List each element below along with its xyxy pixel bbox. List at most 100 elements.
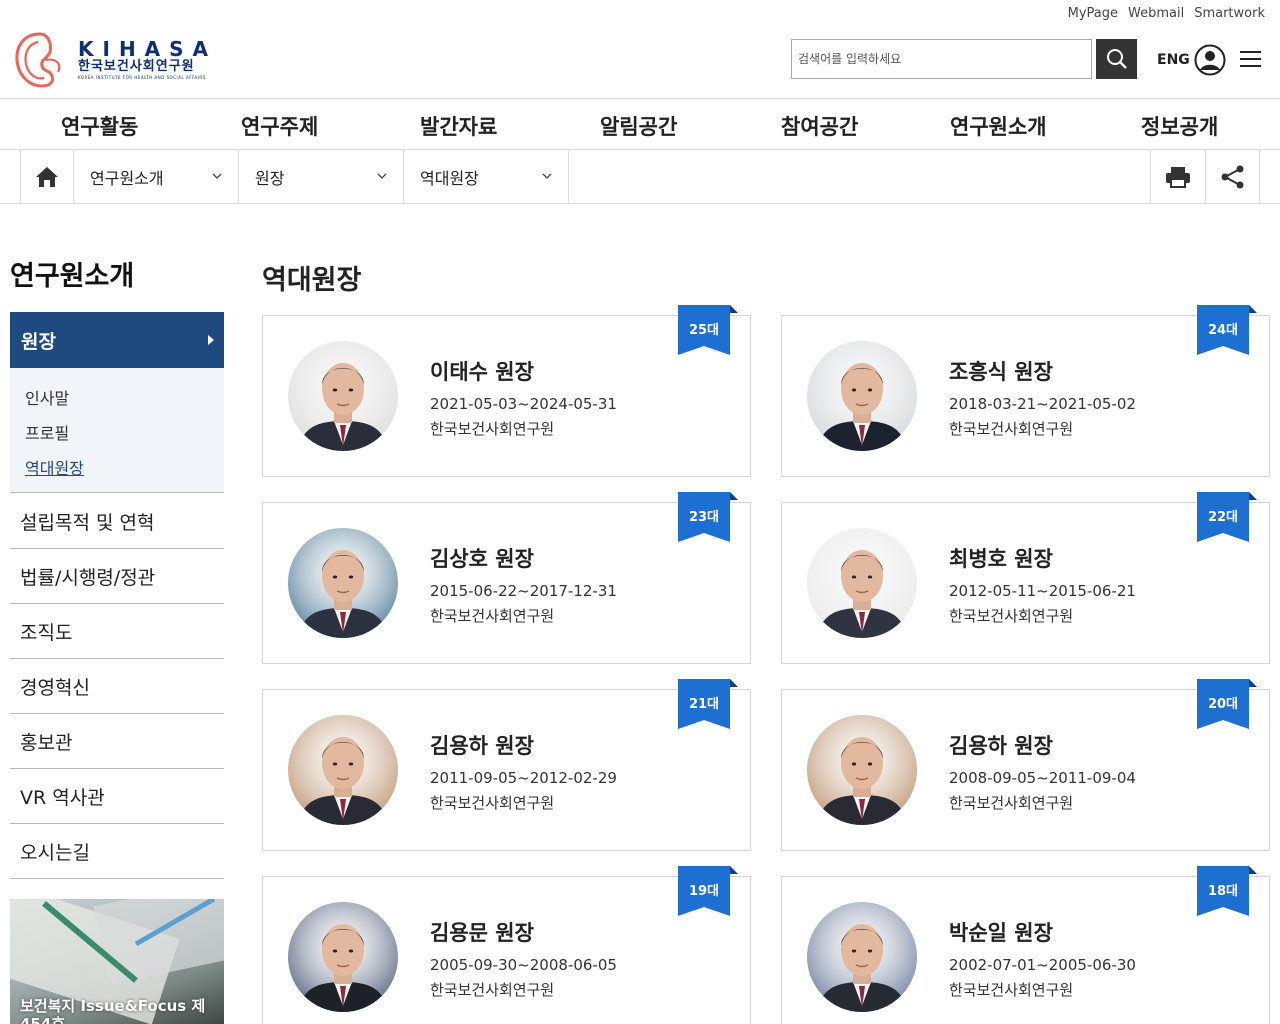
director-card: 최병호 원장 2012-05-11~2015-06-21 한국보건사회연구원 22대	[781, 492, 1270, 664]
director-card: 김용하 원장 2011-09-05~2012-02-29 한국보건사회연구원 21대	[262, 679, 751, 851]
director-photo	[288, 528, 398, 638]
director-org: 한국보건사회연구원	[430, 420, 555, 438]
search-button[interactable]	[1096, 39, 1137, 79]
director-name: 김용하 원장	[430, 734, 534, 758]
gnb-participation[interactable]: 참여공간	[781, 111, 858, 141]
director-org: 한국보건사회연구원	[949, 607, 1074, 625]
generation-label: 23대	[688, 510, 720, 525]
generation-badge: 20대	[1197, 679, 1257, 729]
gnb-info-disclosure[interactable]: 정보공개	[1141, 111, 1218, 141]
gnb-publications[interactable]: 발간자료	[420, 111, 497, 141]
director-card: 김용하 원장 2008-09-05~2011-09-04 한국보건사회연구원 20대	[781, 679, 1270, 851]
generation-badge: 19대	[678, 866, 738, 916]
director-term: 2012-05-11~2015-06-21	[949, 582, 1136, 600]
webmail-link[interactable]: Webmail	[1128, 6, 1184, 21]
breadcrumb: 연구원소개 원장 역대원장	[0, 150, 1280, 204]
director-photo	[288, 715, 398, 825]
sidebar-item-innovation[interactable]: 경영혁신	[10, 659, 224, 714]
director-photo	[288, 902, 398, 1012]
chevron-down-icon	[212, 173, 222, 179]
sidebar-submenu: 인사말 프로필 역대원장	[10, 368, 224, 493]
director-org: 한국보건사회연구원	[949, 420, 1074, 438]
director-term: 2018-03-21~2021-05-02	[949, 395, 1136, 413]
director-org: 한국보건사회연구원	[949, 981, 1074, 999]
user-icon[interactable]	[1194, 44, 1226, 76]
gnb-about[interactable]: 연구원소개	[950, 111, 1047, 141]
generation-badge: 21대	[678, 679, 738, 729]
generation-label: 20대	[1207, 697, 1239, 712]
director-name: 김용하 원장	[949, 734, 1053, 758]
breadcrumb-level2-label: 원장	[255, 168, 285, 188]
smartwork-link[interactable]: Smartwork	[1194, 6, 1265, 21]
breadcrumb-level3-label: 역대원장	[420, 168, 479, 188]
director-term: 2021-05-03~2024-05-31	[430, 395, 617, 413]
director-name: 조흥식 원장	[949, 360, 1053, 384]
generation-label: 19대	[688, 884, 720, 899]
mypage-link[interactable]: MyPage	[1068, 6, 1118, 21]
director-card: 김용문 원장 2005-09-30~2008-06-05 한국보건사회연구원 19대	[262, 866, 751, 1024]
breadcrumb-level2[interactable]: 원장	[239, 150, 404, 203]
director-card: 이태수 원장 2021-05-03~2024-05-31 한국보건사회연구원 25대	[262, 305, 751, 477]
generation-label: 24대	[1207, 323, 1239, 338]
breadcrumb-level1-label: 연구원소개	[90, 168, 164, 188]
breadcrumb-level3[interactable]: 역대원장	[404, 150, 569, 203]
sidebar-item-directions[interactable]: 오시는길	[10, 824, 224, 879]
director-photo	[288, 341, 398, 451]
generation-label: 18대	[1207, 884, 1239, 899]
logo-ko: 한국보건사회연구원	[78, 59, 195, 74]
director-term: 2015-06-22~2017-12-31	[430, 582, 617, 600]
page-title: 역대원장	[262, 265, 362, 296]
sidebar-title: 연구원소개	[10, 261, 135, 292]
gnb-notice[interactable]: 알림공간	[600, 111, 677, 141]
sidebar-item-pr[interactable]: 홍보관	[10, 714, 224, 769]
generation-badge: 24대	[1197, 305, 1257, 355]
chevron-down-icon	[377, 173, 387, 179]
director-card: 박순일 원장 2002-07-01~2005-06-30 한국보건사회연구원 18대	[781, 866, 1270, 1024]
sidebar-item-history[interactable]: 설립목적 및 연혁	[10, 494, 224, 549]
language-eng-link[interactable]: ENG	[1157, 52, 1190, 68]
sidebar-banner[interactable]: 보건복지 Issue&Focus 제454호 2025-02	[10, 899, 224, 1024]
generation-badge: 18대	[1197, 866, 1257, 916]
director-term: 2002-07-01~2005-06-30	[949, 956, 1136, 974]
print-icon	[1166, 166, 1190, 188]
gnb-research-activity[interactable]: 연구활동	[61, 111, 138, 141]
logo-sub: KOREA INSTITUTE FOR HEALTH AND SOCIAL AF…	[78, 75, 206, 80]
sidebar-item-label: 원장	[21, 330, 56, 353]
submenu-profile[interactable]: 프로필	[10, 420, 224, 455]
gnb-research-topic[interactable]: 연구주제	[241, 111, 318, 141]
generation-label: 25대	[688, 323, 720, 338]
director-name: 이태수 원장	[430, 360, 534, 384]
home-icon	[36, 166, 58, 187]
sidebar-item-vr-history[interactable]: VR 역사관	[10, 769, 224, 824]
generation-badge: 25대	[678, 305, 738, 355]
caret-right-icon	[208, 335, 214, 345]
print-button[interactable]	[1150, 150, 1205, 203]
sidebar-item-director[interactable]: 원장	[10, 312, 224, 368]
site-logo[interactable]: KIHASA 한국보건사회연구원 KOREA INSTITUTE FOR HEA…	[12, 30, 217, 90]
director-org: 한국보건사회연구원	[949, 794, 1074, 812]
hamburger-menu-icon[interactable]	[1240, 50, 1261, 68]
sidebar-item-organization[interactable]: 조직도	[10, 604, 224, 659]
utility-links: MyPage Webmail Smartwork	[1068, 6, 1265, 21]
search-icon	[1106, 49, 1127, 69]
kihasa-logo-icon	[15, 32, 61, 88]
submenu-former-directors[interactable]: 역대원장	[10, 455, 224, 490]
global-nav: 연구활동 연구주제 발간자료 알림공간 참여공간 연구원소개 정보공개	[0, 98, 1280, 150]
search-input[interactable]	[791, 39, 1092, 79]
sidebar-item-law[interactable]: 법률/시행령/정관	[10, 549, 224, 604]
director-org: 한국보건사회연구원	[430, 794, 555, 812]
director-org: 한국보건사회연구원	[430, 981, 555, 999]
director-term: 2011-09-05~2012-02-29	[430, 769, 617, 787]
logo-en: KIHASA	[78, 37, 218, 61]
home-button[interactable]	[20, 150, 74, 203]
submenu-greeting[interactable]: 인사말	[10, 385, 224, 420]
director-photo	[807, 341, 917, 451]
generation-badge: 22대	[1197, 492, 1257, 542]
director-photo	[807, 902, 917, 1012]
share-icon	[1221, 165, 1243, 188]
breadcrumb-level1[interactable]: 연구원소개	[74, 150, 239, 203]
generation-label: 21대	[688, 697, 720, 712]
share-button[interactable]	[1205, 150, 1260, 203]
director-card: 김상호 원장 2015-06-22~2017-12-31 한국보건사회연구원 23대	[262, 492, 751, 664]
director-name: 김상호 원장	[430, 547, 534, 571]
